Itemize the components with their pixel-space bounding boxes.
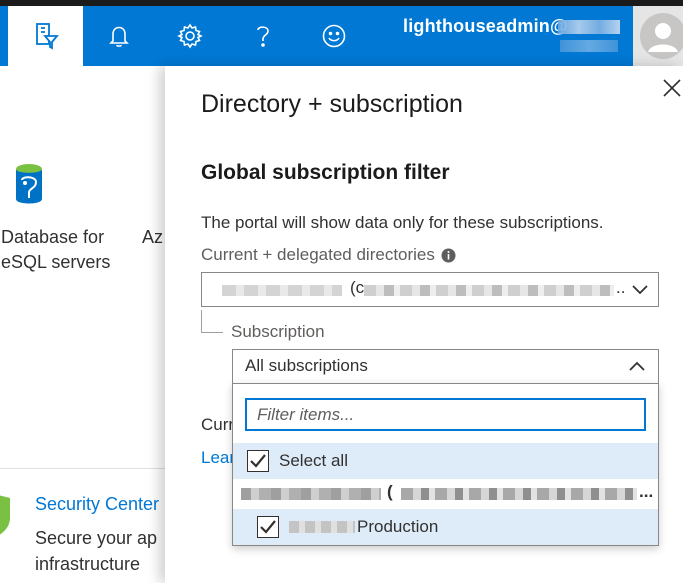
directory-id-redacted [364, 285, 614, 296]
chevron-up-icon [628, 359, 646, 378]
feedback-button[interactable] [303, 6, 365, 66]
production-checkbox[interactable] [257, 516, 279, 538]
production-prefix-redacted [289, 521, 355, 533]
select-all-checkbox[interactable] [247, 450, 269, 472]
option-select-all[interactable]: Select all [233, 443, 658, 479]
option-production[interactable]: Production [233, 509, 658, 545]
account-name[interactable]: lighthouseadmin@ [403, 16, 568, 37]
info-icon[interactable] [441, 248, 456, 263]
tenant-ellipsis: ... [639, 482, 654, 501]
help-icon [253, 22, 273, 50]
settings-button[interactable] [159, 6, 221, 66]
section-title: Global subscription filter [201, 161, 450, 184]
checkmark-icon [260, 520, 276, 534]
chevron-down-icon [631, 282, 649, 301]
subscription-selected-value: All subscriptions [245, 356, 368, 375]
smiley-icon [321, 23, 347, 49]
background-divider [0, 468, 165, 469]
user-avatar-icon [640, 13, 683, 59]
checkmark-icon [250, 454, 266, 468]
current-directory-text-fragment: Curr [201, 415, 235, 434]
directories-label-row: Current + delegated directories [201, 245, 456, 265]
security-center-desc-line2: infrastructure [35, 554, 141, 574]
subscription-dropdown[interactable]: All subscriptions [232, 349, 659, 384]
tenant-name-redacted [241, 488, 381, 500]
learn-more-link-fragment[interactable]: Lear [201, 448, 235, 468]
tile-label-line2: eSQL servers [1, 252, 111, 272]
select-all-label: Select all [279, 451, 348, 470]
gear-icon [177, 23, 203, 49]
directory-dropdown[interactable]: (c .. [201, 272, 659, 307]
tenant-id-redacted [401, 488, 637, 500]
security-center-desc-line1: Secure your ap [35, 528, 158, 548]
option-tenant-group: ( ... [233, 479, 658, 509]
tenant-paren: ( [387, 482, 393, 501]
close-button[interactable] [662, 78, 682, 98]
account-tenant-redacted [560, 40, 618, 52]
postgresql-database-icon [8, 162, 50, 213]
directories-label: Current + delegated directories [201, 245, 435, 264]
close-icon [663, 79, 681, 97]
panel-title: Directory + subscription [201, 90, 463, 118]
notifications-button[interactable] [88, 6, 150, 66]
directory-filter-icon [33, 22, 59, 50]
production-label: Production [357, 517, 439, 536]
directory-value-paren: (c [350, 278, 365, 297]
tile-label-fragment: Az [142, 227, 164, 247]
bell-icon [107, 23, 131, 49]
tree-connector [201, 310, 223, 333]
security-center-shield-icon [0, 492, 16, 545]
help-button[interactable] [232, 6, 294, 66]
subscription-dropdown-list: Select all ( ... Production [232, 383, 659, 546]
account-name-redacted [558, 20, 620, 34]
filter-items-input[interactable] [245, 398, 646, 431]
directory-name-redacted [222, 285, 342, 296]
directory-value-ellipsis: .. [616, 278, 626, 297]
avatar[interactable] [633, 6, 683, 66]
security-center-link[interactable]: Security Center [35, 494, 159, 515]
subscription-label: Subscription [231, 322, 325, 341]
filter-description: The portal will show data only for these… [201, 213, 604, 232]
tile-label-line1: Database for [1, 227, 105, 247]
directory-filter-button[interactable] [8, 6, 83, 66]
